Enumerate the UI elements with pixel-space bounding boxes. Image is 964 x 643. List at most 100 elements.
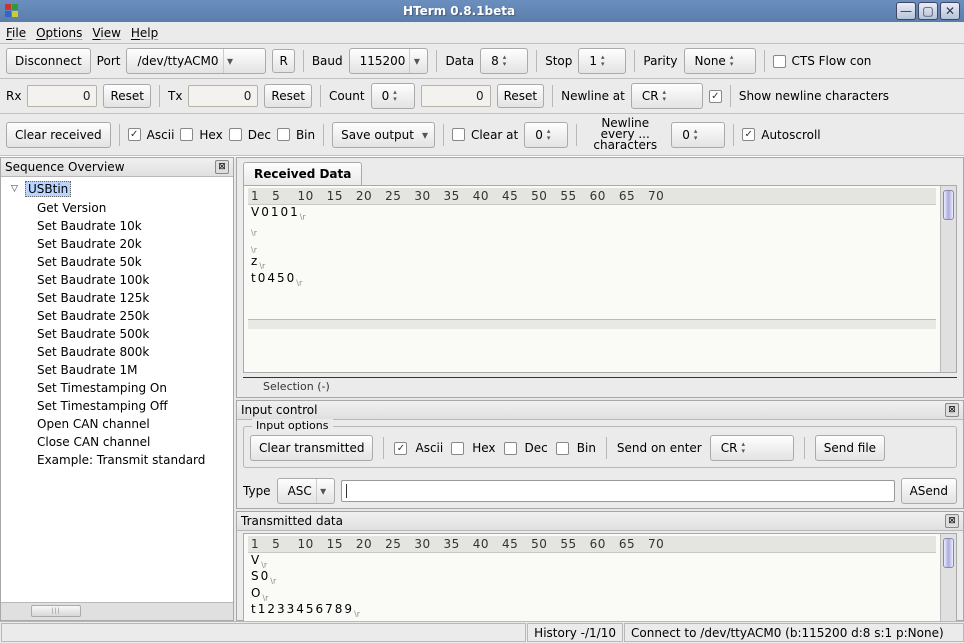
received-hscrollbar[interactable] xyxy=(248,319,936,329)
input-ascii-label: Ascii xyxy=(415,441,443,455)
asend-button[interactable]: ASend xyxy=(901,478,957,504)
port-combo[interactable]: /dev/ttyACM0 ▾ xyxy=(126,48,266,74)
input-hex-label: Hex xyxy=(472,441,495,455)
tree-item[interactable]: Close CAN channel xyxy=(1,433,233,451)
clear-at-spin[interactable]: 0 ▴▾ xyxy=(524,122,568,148)
rx-label: Rx xyxy=(6,89,21,103)
input-dec-label: Dec xyxy=(525,441,548,455)
received-tabs: Received Data xyxy=(237,158,963,185)
count-reset-button[interactable]: Reset xyxy=(497,84,545,108)
received-data-content[interactable]: 1 5 10 15 20 25 30 35 40 45 50 55 60 65 … xyxy=(244,186,940,372)
separator xyxy=(730,85,731,107)
tree-item[interactable]: Set Timestamping Off xyxy=(1,397,233,415)
save-output-button[interactable]: Save output ▾ xyxy=(332,122,435,148)
count-spin[interactable]: 0 ▴▾ xyxy=(371,83,415,109)
stop-combo[interactable]: 1 ▴▾ xyxy=(578,48,626,74)
tree-item[interactable]: Set Baudrate 125k xyxy=(1,289,233,307)
separator xyxy=(303,50,304,72)
show-newline-checkbox[interactable]: ✓ xyxy=(709,90,722,103)
app-icon xyxy=(4,3,20,19)
bin-label: Bin xyxy=(296,128,315,142)
tree-expand-icon[interactable]: ▽ xyxy=(11,184,21,194)
input-hex-checkbox[interactable] xyxy=(451,442,464,455)
menu-file[interactable]: File xyxy=(6,26,26,40)
port-refresh-button[interactable]: R xyxy=(272,49,294,73)
minimize-button[interactable]: — xyxy=(896,2,916,20)
count-total: 0 xyxy=(421,85,491,107)
tree-item[interactable]: Set Baudrate 500k xyxy=(1,325,233,343)
tree-item[interactable]: Get Version xyxy=(1,199,233,217)
tree-item[interactable]: Open CAN channel xyxy=(1,415,233,433)
separator xyxy=(733,124,734,146)
input-ascii-checkbox[interactable]: ✓ xyxy=(394,442,407,455)
menu-help[interactable]: Help xyxy=(131,26,158,40)
tree-item[interactable]: Set Baudrate 10k xyxy=(1,217,233,235)
input-text-field[interactable] xyxy=(341,480,895,502)
transmitted-data-content[interactable]: 1 5 10 15 20 25 30 35 40 45 50 55 60 65 … xyxy=(244,534,940,621)
tree-item[interactable]: Set Baudrate 50k xyxy=(1,253,233,271)
separator xyxy=(606,437,607,459)
menu-view[interactable]: View xyxy=(92,26,120,40)
clear-transmitted-button[interactable]: Clear transmitted xyxy=(250,435,373,461)
input-control-close-button[interactable]: ⊠ xyxy=(945,403,959,417)
transmitted-header: Transmitted data ⊠ xyxy=(237,512,963,531)
input-dec-checkbox[interactable] xyxy=(504,442,517,455)
chevron-down-icon: ▾ xyxy=(223,49,237,73)
transmitted-line: t1233456789\r xyxy=(248,602,936,618)
input-bin-checkbox[interactable] xyxy=(556,442,569,455)
ascii-checkbox[interactable]: ✓ xyxy=(128,128,141,141)
menu-options[interactable]: Options xyxy=(36,26,82,40)
tree-item[interactable]: Set Baudrate 800k xyxy=(1,343,233,361)
separator xyxy=(804,437,805,459)
input-bin-label: Bin xyxy=(577,441,596,455)
parity-combo[interactable]: None ▴▾ xyxy=(684,48,756,74)
ascii-label: Ascii xyxy=(147,128,175,142)
clear-received-button[interactable]: Clear received xyxy=(6,122,111,148)
tree-item[interactable]: Set Timestamping On xyxy=(1,379,233,397)
newline-every-spin[interactable]: 0 ▴▾ xyxy=(671,122,725,148)
tx-reset-button[interactable]: Reset xyxy=(264,84,312,108)
dec-checkbox[interactable] xyxy=(229,128,242,141)
separator xyxy=(436,50,437,72)
input-control-panel: Input control ⊠ Input options Clear tran… xyxy=(236,400,964,509)
send-on-enter-combo[interactable]: CR ▴▾ xyxy=(710,435,794,461)
rx-reset-button[interactable]: Reset xyxy=(103,84,151,108)
toolbar-connection: Disconnect Port /dev/ttyACM0 ▾ R Baud 11… xyxy=(0,44,964,79)
baud-combo[interactable]: 115200 ▾ xyxy=(349,48,429,74)
transmitted-vscrollbar[interactable] xyxy=(940,534,956,621)
sidebar-close-button[interactable]: ⊠ xyxy=(215,160,229,174)
hex-checkbox[interactable] xyxy=(180,128,193,141)
stop-value: 1 xyxy=(583,54,601,68)
tree-item[interactable]: Set Baudrate 1M xyxy=(1,361,233,379)
tree-item[interactable]: Set Baudrate 100k xyxy=(1,271,233,289)
menubar: File Options View Help xyxy=(0,22,964,44)
transmitted-close-button[interactable]: ⊠ xyxy=(945,514,959,528)
type-combo[interactable]: ASC ▾ xyxy=(277,478,335,504)
statusbar: History -/1/10 Connect to /dev/ttyACM0 (… xyxy=(0,621,964,643)
transmitted-data-view: 1 5 10 15 20 25 30 35 40 45 50 55 60 65 … xyxy=(243,533,957,622)
received-vscrollbar[interactable] xyxy=(940,186,956,372)
sidebar-hscrollbar[interactable] xyxy=(1,602,233,620)
disconnect-button[interactable]: Disconnect xyxy=(6,48,91,74)
chevron-down-icon: ▾ xyxy=(316,479,330,503)
tree-root[interactable]: ▽ USBtin xyxy=(1,179,233,199)
separator xyxy=(764,50,765,72)
sequence-tree[interactable]: ▽ USBtin Get VersionSet Baudrate 10kSet … xyxy=(1,177,233,602)
data-combo[interactable]: 8 ▴▾ xyxy=(480,48,528,74)
clear-at-checkbox[interactable] xyxy=(452,128,465,141)
autoscroll-checkbox[interactable]: ✓ xyxy=(742,128,755,141)
send-file-button[interactable]: Send file xyxy=(815,435,885,461)
close-button[interactable]: ✕ xyxy=(940,2,960,20)
tree-item[interactable]: Set Baudrate 20k xyxy=(1,235,233,253)
port-value: /dev/ttyACM0 xyxy=(131,54,222,68)
sidebar-header: Sequence Overview ⊠ xyxy=(1,158,233,177)
bin-checkbox[interactable] xyxy=(277,128,290,141)
input-control-title: Input control xyxy=(241,403,317,417)
tree-item[interactable]: Example: Transmit standard xyxy=(1,451,233,469)
maximize-button[interactable]: ▢ xyxy=(918,2,938,20)
cts-checkbox[interactable] xyxy=(773,55,786,68)
newline-at-combo[interactable]: CR ▴▾ xyxy=(631,83,703,109)
count-label: Count xyxy=(329,89,365,103)
received-tab[interactable]: Received Data xyxy=(243,162,362,185)
tree-item[interactable]: Set Baudrate 250k xyxy=(1,307,233,325)
